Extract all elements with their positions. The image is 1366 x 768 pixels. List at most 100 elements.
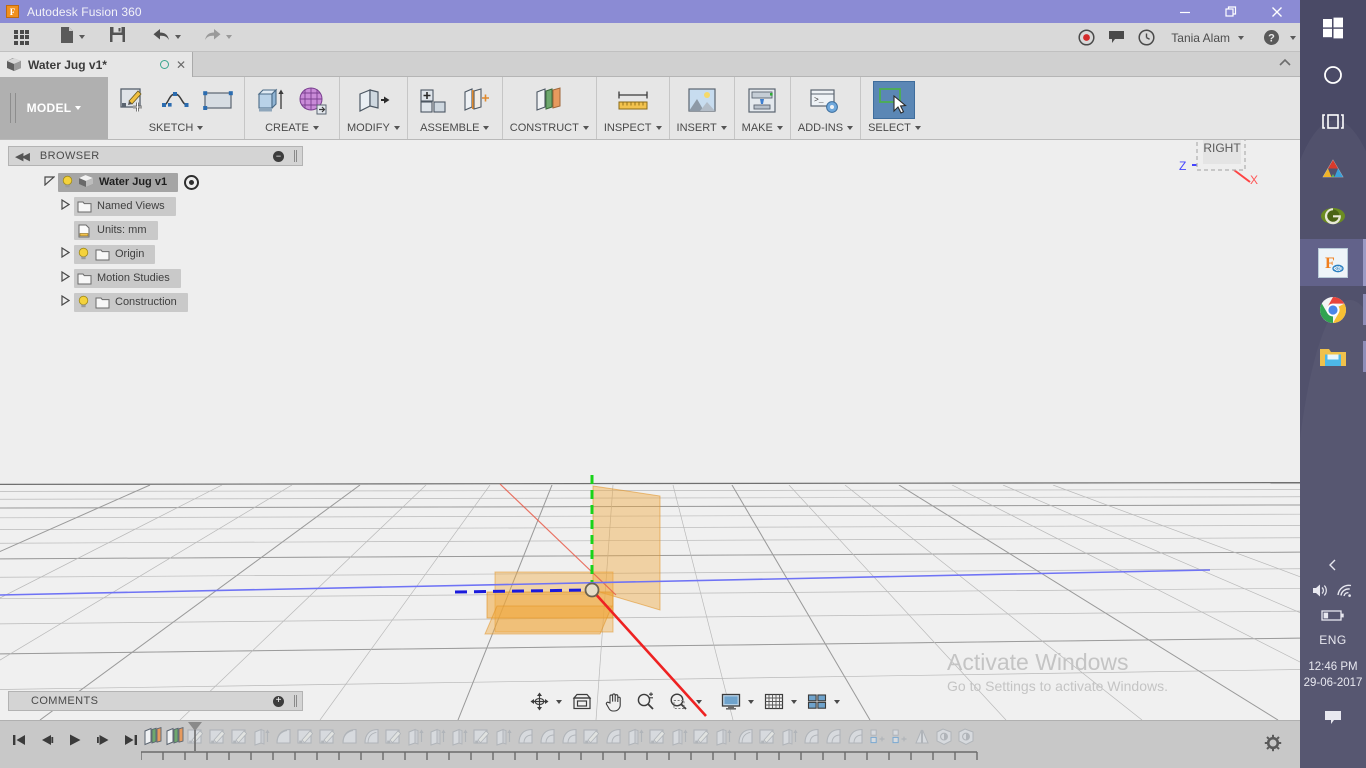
user-account-name[interactable]: Tania Alam [1171, 31, 1230, 45]
timeline-feature-sketch-3[interactable] [229, 725, 251, 749]
viewports-button[interactable] [804, 690, 830, 713]
timeline-feature-fillet-4[interactable] [603, 725, 625, 749]
orbit-button[interactable] [527, 690, 552, 713]
panel-addins-label[interactable]: ADD-INS [798, 122, 854, 134]
light-bulb-icon[interactable] [61, 175, 74, 189]
panel-create-label[interactable]: CREATE [265, 122, 319, 134]
create-form-tool[interactable] [294, 83, 332, 119]
chevron-left-icon[interactable] [1327, 558, 1339, 575]
browser-node-motion-studies[interactable]: Motion Studies [8, 268, 303, 288]
taskbar-cortana-button[interactable] [1300, 51, 1366, 98]
panel-make-label[interactable]: MAKE [742, 122, 783, 134]
offset-plane-tool[interactable] [530, 83, 568, 119]
taskbar-chrome-app[interactable] [1300, 286, 1366, 333]
timeline-go-start[interactable] [8, 729, 30, 751]
chevron-down-icon[interactable] [748, 699, 754, 704]
workspace-selector[interactable]: MODEL [0, 77, 108, 139]
view-cube[interactable]: Y Z X RIGHT [1172, 140, 1272, 192]
browser-node-units[interactable]: Units: mm [8, 220, 303, 240]
timeline-feature-fillet-1[interactable] [515, 725, 537, 749]
timeline-feature-sketch-6[interactable] [383, 725, 405, 749]
timeline-feature-appearance-2[interactable] [955, 725, 977, 749]
new-component-tool[interactable] [415, 83, 453, 119]
timeline-feature-extrude-8[interactable] [713, 725, 735, 749]
timeline-feature-extrude-6[interactable] [625, 725, 647, 749]
timeline-feature-plane-1[interactable] [141, 725, 163, 749]
timeline-feature-fillet-5[interactable] [801, 725, 823, 749]
timeline-feature-loft-2[interactable] [339, 725, 361, 749]
timeline-step-back[interactable] [36, 729, 58, 751]
app-grid-button[interactable] [0, 23, 35, 52]
create-sketch-tool[interactable] [115, 83, 153, 119]
undo-button[interactable] [146, 23, 187, 52]
timeline-feature-fillet-2[interactable] [537, 725, 559, 749]
help-button[interactable]: ? [1256, 23, 1286, 52]
chevron-down-icon[interactable] [791, 699, 797, 704]
timeline-feature-extrude-2[interactable] [405, 725, 427, 749]
plus-circle-icon[interactable]: + [273, 695, 284, 707]
scripts-addins-tool[interactable]: >_ [806, 83, 844, 119]
close-tab-icon[interactable]: ✕ [176, 58, 186, 72]
select-tool[interactable] [873, 81, 916, 119]
timeline-feature-sketch-4[interactable] [295, 725, 317, 749]
record-button[interactable] [1071, 23, 1101, 52]
timeline-feature-sketch-10[interactable] [691, 725, 713, 749]
timeline-feature-fillet-6[interactable] [823, 725, 845, 749]
timeline-feature-shell-2[interactable] [735, 725, 757, 749]
expand-triangle-icon[interactable] [56, 294, 74, 309]
speaker-icon[interactable] [1312, 583, 1329, 601]
browser-node-origin[interactable]: Origin [8, 244, 303, 264]
rectangle-tool[interactable] [199, 83, 237, 119]
tray-clock-date[interactable]: 29-06-2017 [1300, 675, 1366, 691]
close-button[interactable] [1254, 0, 1300, 23]
minus-circle-icon[interactable]: − [273, 150, 284, 162]
timeline-feature-extrude-9[interactable] [779, 725, 801, 749]
timeline-settings-button[interactable] [1264, 734, 1282, 757]
light-bulb-icon[interactable] [77, 295, 90, 309]
taskbar-grammarly-app[interactable] [1300, 192, 1366, 239]
look-at-button[interactable] [569, 690, 595, 713]
tray-clock-time[interactable]: 12:46 PM [1300, 659, 1366, 675]
3d-print-tool[interactable] [743, 83, 781, 119]
battery-icon[interactable] [1321, 609, 1345, 625]
zoom-button[interactable] [633, 690, 659, 713]
timeline-feature-extrude-3[interactable] [427, 725, 449, 749]
panel-inspect-label[interactable]: INSPECT [604, 122, 662, 134]
taskbar-fusion360-app[interactable]: F 360 [1300, 239, 1366, 286]
timeline-playhead-marker[interactable] [187, 721, 203, 756]
tray-language[interactable]: ENG [1300, 633, 1366, 647]
insert-image-tool[interactable] [683, 83, 721, 119]
timeline-feature-sketch-2[interactable] [207, 725, 229, 749]
browser-node-named-views[interactable]: Named Views [8, 196, 303, 216]
restore-button[interactable] [1208, 0, 1254, 23]
browser-node-construction[interactable]: Construction [8, 292, 303, 312]
panel-construct-label[interactable]: CONSTRUCT [510, 122, 589, 134]
minimize-button[interactable] [1162, 0, 1208, 23]
chevron-down-icon[interactable] [1238, 35, 1244, 40]
chevron-down-icon[interactable] [556, 699, 562, 704]
panel-modify-label[interactable]: MODIFY [347, 122, 400, 134]
chevron-down-icon[interactable] [834, 699, 840, 704]
display-settings-button[interactable] [718, 690, 744, 713]
expand-triangle-icon[interactable] [56, 198, 74, 213]
measure-tool[interactable] [614, 83, 652, 119]
save-button[interactable] [103, 23, 132, 52]
joint-tool[interactable] [457, 83, 495, 119]
timeline-feature-shell-1[interactable] [361, 725, 383, 749]
timeline-feature-pattern-2[interactable] [889, 725, 911, 749]
browser-node-water-jug[interactable]: Water Jug v1 [8, 172, 303, 192]
panel-insert-label[interactable]: INSERT [677, 122, 727, 134]
timeline-feature-extrude-7[interactable] [669, 725, 691, 749]
component-visibility-toggle[interactable] [184, 174, 200, 190]
panel-select-label[interactable]: SELECT [868, 122, 921, 134]
timeline-feature-appearance-1[interactable] [933, 725, 955, 749]
chevron-down-icon[interactable] [1290, 35, 1296, 40]
collapse-ribbon-chevron-icon[interactable] [1278, 56, 1292, 70]
double-left-arrow-icon[interactable]: ◀◀ [15, 150, 30, 163]
taskbar-task-view-button[interactable] [1300, 98, 1366, 145]
timeline-play[interactable] [64, 729, 86, 751]
timeline-feature-mirror-1[interactable] [911, 725, 933, 749]
spline-tool[interactable] [157, 83, 195, 119]
taskbar-explorer-app[interactable] [1300, 333, 1366, 380]
panel-resize-handle[interactable] [294, 150, 297, 162]
